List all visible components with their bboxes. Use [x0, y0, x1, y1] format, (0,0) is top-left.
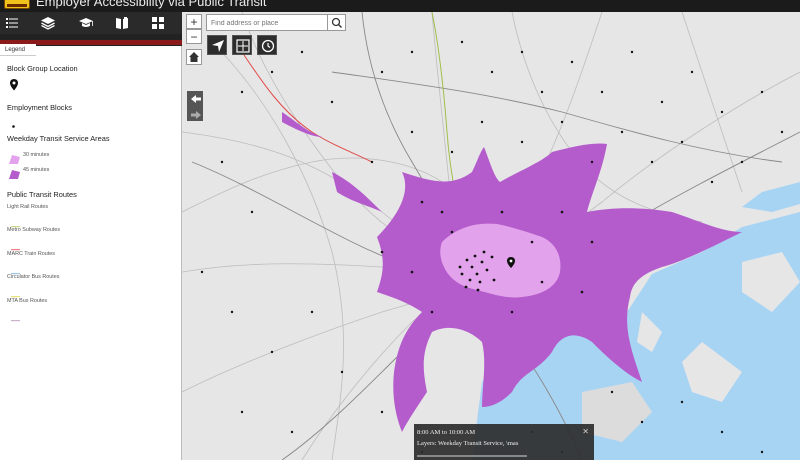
popup-time: 8:00 AM to 10:00 AM	[417, 429, 476, 436]
nav-arrows	[187, 91, 203, 121]
basemap	[182, 12, 800, 460]
mta-bus-swatch	[11, 309, 20, 327]
basemap-grid-icon[interactable]	[150, 15, 166, 31]
agency-logo	[4, 0, 30, 9]
home-button[interactable]	[186, 49, 202, 65]
legend-list-icon[interactable]	[4, 15, 20, 31]
legend-item-circulator-bus: Circulator Bus Routes	[7, 274, 60, 280]
legend-heading-block-group: Block Group Location	[7, 64, 78, 73]
locate-arrow-icon	[212, 40, 224, 52]
graduation-cap-icon[interactable]	[78, 15, 94, 31]
app-header: Employer Accessibility via Public Transi…	[0, 0, 800, 12]
time-info-popup: 8:00 AM to 10:00 AM Layers: Weekday Tran…	[414, 424, 594, 460]
legend-item-30: 30 minutes	[23, 152, 50, 158]
search-icon	[331, 17, 342, 28]
service-45-swatch	[9, 166, 20, 184]
layers-icon[interactable]	[40, 15, 56, 31]
toolbar	[0, 12, 182, 34]
employment-dot-icon	[11, 116, 16, 134]
legend-item-metro-subway: Metro Subway Routes	[7, 227, 61, 233]
legend-item-mta-bus: MTA Bus Routes	[7, 298, 48, 304]
search-button[interactable]	[327, 15, 345, 30]
previous-extent-icon	[191, 95, 201, 103]
next-extent-icon	[191, 111, 201, 119]
legend-item-marc-train: MARC Train Routes	[7, 251, 55, 257]
search-box	[206, 14, 346, 31]
close-icon[interactable]: ✕	[582, 427, 589, 436]
measure-icon	[236, 39, 250, 53]
locate-button[interactable]	[207, 35, 227, 55]
bookmark-icon[interactable]	[114, 15, 130, 31]
map-pin-icon	[10, 78, 18, 96]
map-canvas[interactable]	[182, 12, 800, 460]
search-input[interactable]	[211, 17, 321, 29]
time-slider-button[interactable]	[257, 35, 277, 55]
legend-heading-employment: Employment Blocks	[7, 103, 72, 112]
legend-tab[interactable]: Legend	[0, 44, 36, 56]
legend-panel: Legend Block Group Location Employment B…	[0, 44, 182, 460]
legend-item-light-rail: Light Rail Routes	[7, 204, 49, 210]
legend-item-45: 45 minutes	[23, 167, 50, 173]
clock-icon	[261, 39, 275, 53]
zoom-out-button[interactable]: −	[186, 29, 202, 44]
time-slider-track[interactable]	[417, 455, 527, 457]
measure-button[interactable]	[232, 35, 252, 55]
home-icon	[189, 52, 199, 62]
legend-heading-service-areas: Weekday Transit Service Areas	[7, 134, 110, 143]
app-title: Employer Accessibility via Public Transi…	[36, 0, 267, 9]
popup-layer: Layers: Weekday Transit Service, \mas	[417, 440, 519, 447]
legend-heading-transit-routes: Public Transit Routes	[7, 190, 77, 199]
zoom-in-button[interactable]: +	[186, 14, 202, 29]
